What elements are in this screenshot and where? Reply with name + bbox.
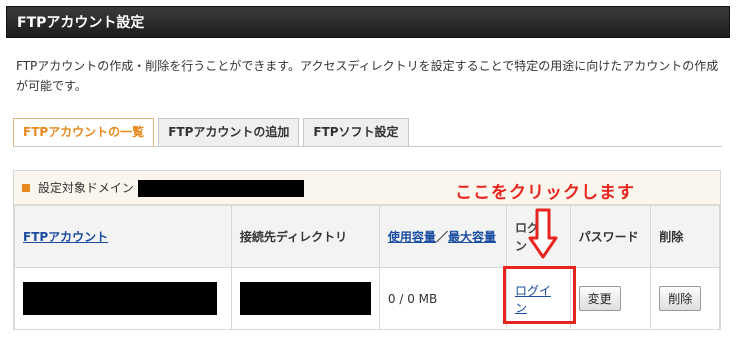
change-password-button[interactable]: 変更 [578,286,621,311]
table-row: 0 / 0 MB ログイン 変更 削除 [14,267,720,330]
page-title: FTPアカウント設定 [17,15,145,31]
usage-cell: 0 / 0 MB [378,267,507,330]
column-header-usage: 使用容量／最大容量 [378,205,507,268]
sort-usage-link[interactable]: 使用容量 [388,230,436,244]
redacted-directory [239,282,371,315]
login-highlight-box [503,266,576,324]
column-header-password: パスワード [569,205,652,268]
delete-account-button[interactable]: 削除 [659,286,702,311]
redacted-domain [137,180,304,197]
sort-max-link[interactable]: 最大容量 [448,230,496,244]
domain-label: 設定対象ドメイン [37,181,134,195]
usage-separator: ／ [435,229,448,244]
page-description: FTPアカウントの作成・削除を行うことができます。アクセスディレクトリを設定する… [16,59,719,93]
page-header: FTPアカウント設定 [6,6,730,38]
column-header-directory: 接続先ディレクトリ [230,205,380,268]
down-arrow-icon [528,208,558,259]
click-here-annotation: ここをクリックします [455,183,635,203]
tab-ftp-account-add[interactable]: FTPアカウントの追加 [158,118,300,146]
tab-ftp-software-settings[interactable]: FTPソフト設定 [303,118,409,146]
redacted-account [23,282,217,315]
tab-ftp-account-list[interactable]: FTPアカウントの一覧 [13,118,155,147]
tab-bar: FTPアカウントの一覧 FTPアカウントの追加 FTPソフト設定 [13,118,413,147]
table-header-row: FTPアカウント 接続先ディレクトリ 使用容量／最大容量 ログイン パスワード … [14,205,720,268]
delete-cell: 削除 [650,267,720,330]
bullet-square-icon [22,184,30,192]
password-cell: 変更 [569,267,652,330]
tab-divider [13,146,722,147]
ftp-account-table: FTPアカウント 接続先ディレクトリ 使用容量／最大容量 ログイン パスワード … [14,205,720,330]
column-header-account: FTPアカウント [14,205,232,268]
directory-cell [230,267,380,330]
account-cell [14,267,232,330]
sort-account-link[interactable]: FTPアカウント [23,230,108,244]
column-header-delete: 削除 [650,205,720,268]
